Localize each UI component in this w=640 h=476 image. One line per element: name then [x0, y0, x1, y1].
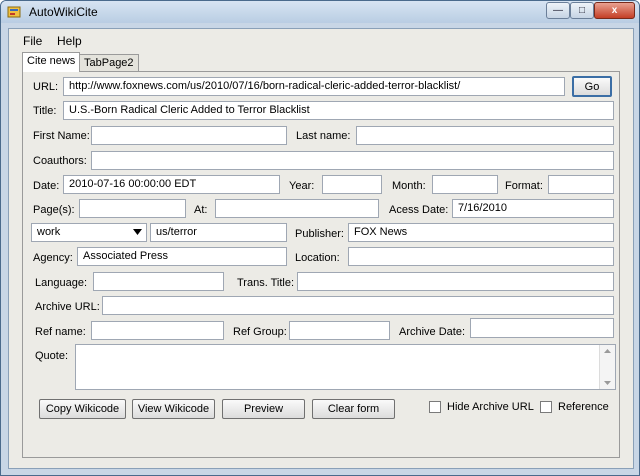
- close-button[interactable]: x: [594, 2, 635, 19]
- month-field[interactable]: [432, 175, 498, 194]
- reference-label[interactable]: Reference: [558, 401, 609, 413]
- date-label: Date:: [33, 180, 60, 192]
- clear-form-button[interactable]: Clear form: [312, 399, 395, 419]
- archive-date-field[interactable]: [470, 318, 614, 338]
- access-date-label: Acess Date:: [389, 204, 449, 216]
- scroll-up-icon[interactable]: [604, 349, 611, 353]
- client-area: File Help Cite news TabPage2 URL: http:/…: [8, 28, 634, 469]
- archive-url-label: Archive URL:: [35, 301, 100, 313]
- tab-cite-news[interactable]: Cite news: [22, 52, 81, 72]
- format-label: Format:: [505, 180, 543, 192]
- archive-url-field[interactable]: [102, 296, 614, 315]
- app-icon: [7, 6, 21, 18]
- location-label: Location:: [295, 252, 340, 264]
- pages-label: Page(s):: [33, 204, 75, 216]
- ref-group-field[interactable]: [289, 321, 390, 340]
- hide-archive-url-checkbox[interactable]: [429, 401, 441, 413]
- agency-label: Agency:: [33, 252, 73, 264]
- tab-tabpage2[interactable]: TabPage2: [79, 54, 139, 72]
- language-field[interactable]: [93, 272, 224, 291]
- coauthors-label: Coauthors:: [33, 155, 87, 167]
- title-bar: AutoWikiCite — □ x: [1, 1, 639, 23]
- trans-title-label: Trans. Title:: [237, 277, 295, 289]
- publisher-field[interactable]: FOX News: [348, 223, 614, 242]
- year-label: Year:: [289, 180, 315, 192]
- view-wikicode-button[interactable]: View Wikicode: [132, 399, 215, 419]
- chevron-down-icon[interactable]: [133, 229, 142, 235]
- quote-field[interactable]: [75, 344, 616, 390]
- copy-wikicode-button[interactable]: Copy Wikicode: [39, 399, 126, 419]
- scroll-down-icon[interactable]: [604, 381, 611, 385]
- work-value-field[interactable]: us/terror: [150, 223, 287, 242]
- app-window: AutoWikiCite — □ x File Help Cite news T…: [0, 0, 640, 476]
- agency-field[interactable]: Associated Press: [77, 247, 287, 266]
- language-label: Language:: [35, 277, 87, 289]
- last-name-label: Last name:: [296, 130, 351, 142]
- go-button[interactable]: Go: [572, 76, 612, 97]
- last-name-field[interactable]: [356, 126, 614, 145]
- location-field[interactable]: [348, 247, 614, 266]
- access-date-field[interactable]: 7/16/2010: [452, 199, 614, 218]
- month-label: Month:: [392, 180, 426, 192]
- ref-group-label: Ref Group:: [233, 326, 287, 338]
- maximize-button[interactable]: □: [570, 2, 594, 19]
- year-field[interactable]: [322, 175, 382, 194]
- pages-field[interactable]: [79, 199, 186, 218]
- title-label: Title:: [33, 105, 57, 117]
- coauthors-field[interactable]: [91, 151, 614, 170]
- at-label: At:: [194, 204, 208, 216]
- preview-button[interactable]: Preview: [222, 399, 305, 419]
- menu-help[interactable]: Help: [53, 32, 86, 50]
- work-select-value: work: [37, 226, 61, 238]
- ref-name-label: Ref name:: [35, 326, 86, 338]
- work-select[interactable]: work: [31, 223, 147, 242]
- window-title: AutoWikiCite: [29, 5, 98, 19]
- first-name-field[interactable]: [91, 126, 287, 145]
- hide-archive-url-label[interactable]: Hide Archive URL: [447, 401, 534, 413]
- ref-name-field[interactable]: [91, 321, 224, 340]
- url-label: URL:: [33, 81, 59, 93]
- reference-checkbox[interactable]: [540, 401, 552, 413]
- minimize-button[interactable]: —: [546, 2, 570, 19]
- at-field[interactable]: [215, 199, 379, 218]
- quote-label: Quote:: [35, 350, 69, 362]
- trans-title-field[interactable]: [297, 272, 614, 291]
- title-field[interactable]: U.S.-Born Radical Cleric Added to Terror…: [63, 101, 614, 120]
- archive-date-label: Archive Date:: [399, 326, 466, 338]
- publisher-label: Publisher:: [295, 228, 344, 240]
- first-name-label: First Name:: [33, 130, 90, 142]
- url-field[interactable]: http://www.foxnews.com/us/2010/07/16/bor…: [63, 77, 565, 96]
- menu-file[interactable]: File: [19, 32, 46, 50]
- format-field[interactable]: [548, 175, 614, 194]
- date-field[interactable]: 2010-07-16 00:00:00 EDT: [63, 175, 280, 194]
